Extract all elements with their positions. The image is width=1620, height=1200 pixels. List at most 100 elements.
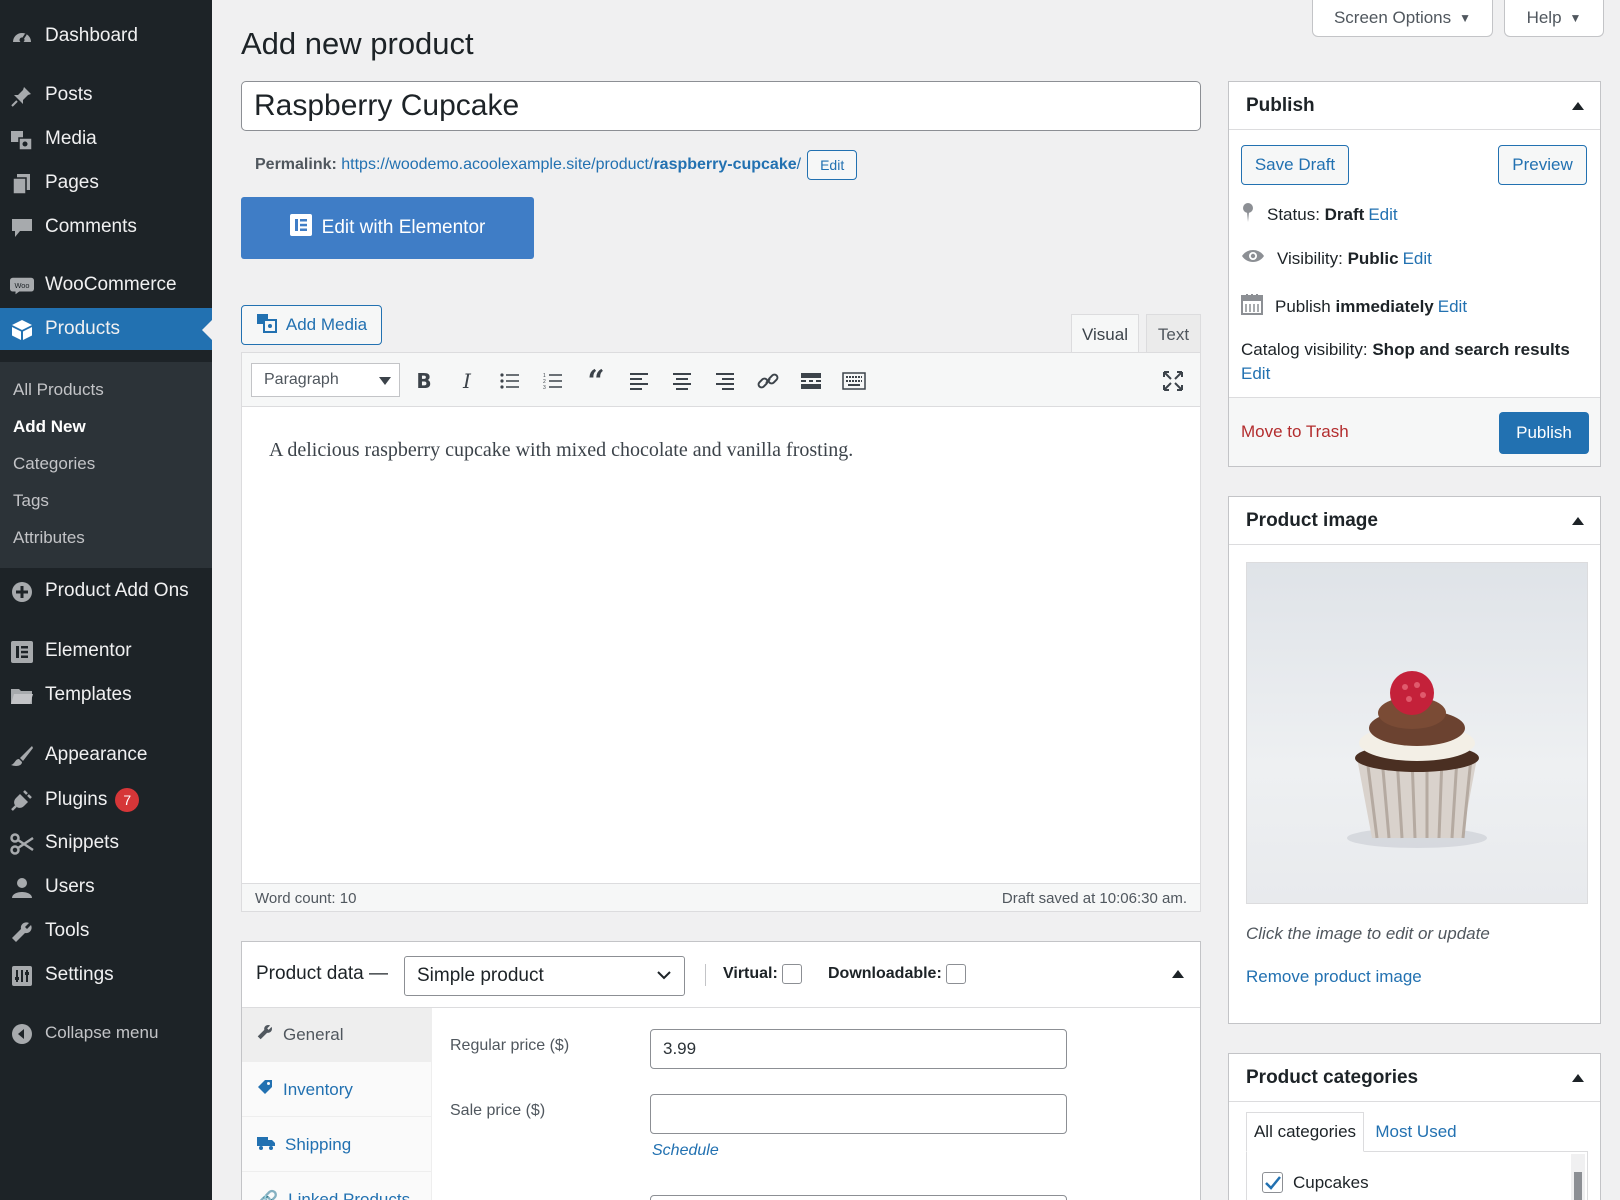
numbered-list-icon[interactable]: 123 — [539, 367, 567, 395]
collapse-toggle-icon[interactable] — [1172, 970, 1184, 978]
keyboard-toolbar-toggle-icon[interactable] — [840, 367, 868, 395]
tab-all-categories[interactable]: All categories — [1246, 1112, 1364, 1152]
media-icon — [10, 129, 34, 151]
menu-woocommerce[interactable]: Woo WooCommerce — [0, 264, 212, 306]
products-submenu: All Products Add New Categories Tags Att… — [0, 362, 212, 568]
wrench-icon — [10, 921, 34, 943]
status-edit-link[interactable]: Edit — [1368, 205, 1397, 224]
menu-posts[interactable]: Posts — [0, 74, 212, 116]
tab-most-used[interactable]: Most Used — [1366, 1112, 1466, 1152]
menu-settings[interactable]: Settings — [0, 954, 212, 996]
tab-inventory[interactable]: Inventory — [242, 1063, 432, 1117]
tab-text[interactable]: Text — [1146, 314, 1201, 354]
regular-price-input[interactable] — [650, 1029, 1067, 1069]
product-categories-box: Product categories All categories Most U… — [1228, 1053, 1601, 1200]
submenu-tags[interactable]: Tags — [13, 491, 49, 511]
publish-button[interactable]: Publish — [1499, 412, 1589, 454]
menu-pages[interactable]: Pages — [0, 162, 212, 204]
category-checkbox[interactable] — [1262, 1172, 1283, 1193]
help-button[interactable]: Help ▼ — [1504, 0, 1604, 37]
blockquote-icon[interactable]: “ — [582, 364, 610, 399]
tab-linked-products[interactable]: 🔗 Linked Products — [242, 1173, 432, 1200]
edit-with-elementor-button[interactable]: Edit with Elementor — [241, 197, 534, 259]
elementor-icon — [10, 641, 34, 663]
product-type-select[interactable]: Simple product — [404, 956, 685, 996]
menu-snippets[interactable]: Snippets — [0, 822, 212, 864]
truck-icon — [257, 1135, 275, 1155]
read-more-icon[interactable] — [797, 367, 825, 395]
editor-toolbar: Paragraph B I 123 “ — [242, 353, 1200, 407]
image-edit-hint: Click the image to edit or update — [1246, 924, 1490, 943]
virtual-checkbox[interactable] — [782, 964, 803, 984]
menu-comments[interactable]: Comments — [0, 206, 212, 248]
product-data-box: Product data — Simple product Virtual: D… — [241, 941, 1201, 1200]
italic-icon[interactable]: I — [453, 367, 481, 395]
collapse-toggle-icon[interactable] — [1572, 1074, 1584, 1082]
link-icon[interactable] — [754, 367, 782, 395]
align-right-icon[interactable] — [711, 367, 739, 395]
calendar-icon — [1241, 293, 1263, 320]
tab-visual[interactable]: Visual — [1071, 314, 1139, 354]
chevron-down-icon — [656, 967, 672, 989]
visibility-edit-link[interactable]: Edit — [1403, 249, 1432, 268]
product-title-input[interactable] — [241, 81, 1201, 131]
collapse-toggle-icon[interactable] — [1572, 517, 1584, 525]
category-list-scrollbar[interactable] — [1571, 1154, 1585, 1200]
align-center-icon[interactable] — [668, 367, 696, 395]
category-item[interactable]: Cupcakes — [1262, 1172, 1369, 1193]
settings-icon — [10, 965, 34, 987]
user-icon — [10, 877, 34, 899]
content-editor: Paragraph B I 123 “ A delicious raspberr… — [241, 352, 1201, 912]
align-left-icon[interactable] — [625, 367, 653, 395]
collapse-menu-button[interactable]: Collapse menu — [0, 1012, 212, 1054]
submenu-all-products[interactable]: All Products — [13, 380, 104, 400]
collapse-toggle-icon[interactable] — [1572, 102, 1584, 110]
menu-media[interactable]: Media — [0, 118, 212, 160]
sale-price-input[interactable] — [650, 1094, 1067, 1134]
menu-templates[interactable]: Templates — [0, 674, 212, 716]
publish-box-header[interactable]: Publish — [1229, 82, 1600, 130]
bullet-list-icon[interactable] — [496, 367, 524, 395]
remove-product-image-link[interactable]: Remove product image — [1246, 967, 1422, 987]
submenu-add-new[interactable]: Add New — [13, 417, 86, 437]
scrollbar-thumb[interactable] — [1574, 1172, 1582, 1200]
permalink-label: Permalink: — [255, 156, 337, 173]
tab-general[interactable]: General — [242, 1008, 432, 1062]
product-categories-header[interactable]: Product categories — [1229, 1054, 1600, 1102]
move-to-trash-link[interactable]: Move to Trash — [1241, 422, 1349, 442]
downloadable-label: Downloadable: — [828, 964, 967, 984]
menu-tools[interactable]: Tools — [0, 910, 212, 952]
submenu-attributes[interactable]: Attributes — [13, 528, 85, 548]
menu-products[interactable]: Products — [0, 308, 212, 350]
menu-users[interactable]: Users — [0, 866, 212, 908]
product-image-header[interactable]: Product image — [1229, 497, 1600, 545]
preview-button[interactable]: Preview — [1498, 145, 1587, 185]
catalog-visibility-edit-link[interactable]: Edit — [1241, 364, 1270, 383]
screen-options-button[interactable]: Screen Options ▼ — [1312, 0, 1493, 37]
schedule-link[interactable]: Schedule — [652, 1142, 719, 1160]
tab-shipping[interactable]: Shipping — [242, 1118, 432, 1172]
product-image-box: Product image Click the image to edit or… — [1228, 496, 1601, 1024]
draft-saved-status: Draft saved at 10:06:30 am. — [1001, 890, 1187, 907]
permalink-edit-button[interactable]: Edit — [807, 150, 858, 180]
menu-elementor[interactable]: Elementor — [0, 630, 212, 672]
permalink-link[interactable]: https://woodemo.acoolexample.site/produc… — [341, 156, 801, 174]
product-image[interactable] — [1246, 562, 1588, 904]
save-draft-button[interactable]: Save Draft — [1241, 145, 1349, 185]
menu-dashboard[interactable]: Dashboard — [0, 15, 212, 57]
paragraph-format-select[interactable]: Paragraph — [251, 363, 400, 397]
menu-product-add-ons[interactable]: Product Add Ons — [0, 570, 212, 612]
submenu-categories[interactable]: Categories — [13, 454, 95, 474]
bold-icon[interactable]: B — [410, 367, 438, 395]
folder-icon — [10, 685, 34, 707]
downloadable-checkbox[interactable] — [946, 964, 967, 984]
fullscreen-icon[interactable] — [1159, 367, 1187, 395]
menu-plugins[interactable]: Plugins 7 — [0, 778, 212, 820]
editor-content[interactable]: A delicious raspberry cupcake with mixed… — [269, 439, 853, 462]
divider — [705, 964, 706, 986]
publish-date-edit-link[interactable]: Edit — [1438, 297, 1467, 316]
add-media-button[interactable]: Add Media — [241, 305, 382, 345]
next-field-input[interactable] — [650, 1195, 1067, 1200]
media-icon — [256, 313, 278, 338]
menu-appearance[interactable]: Appearance — [0, 734, 212, 776]
